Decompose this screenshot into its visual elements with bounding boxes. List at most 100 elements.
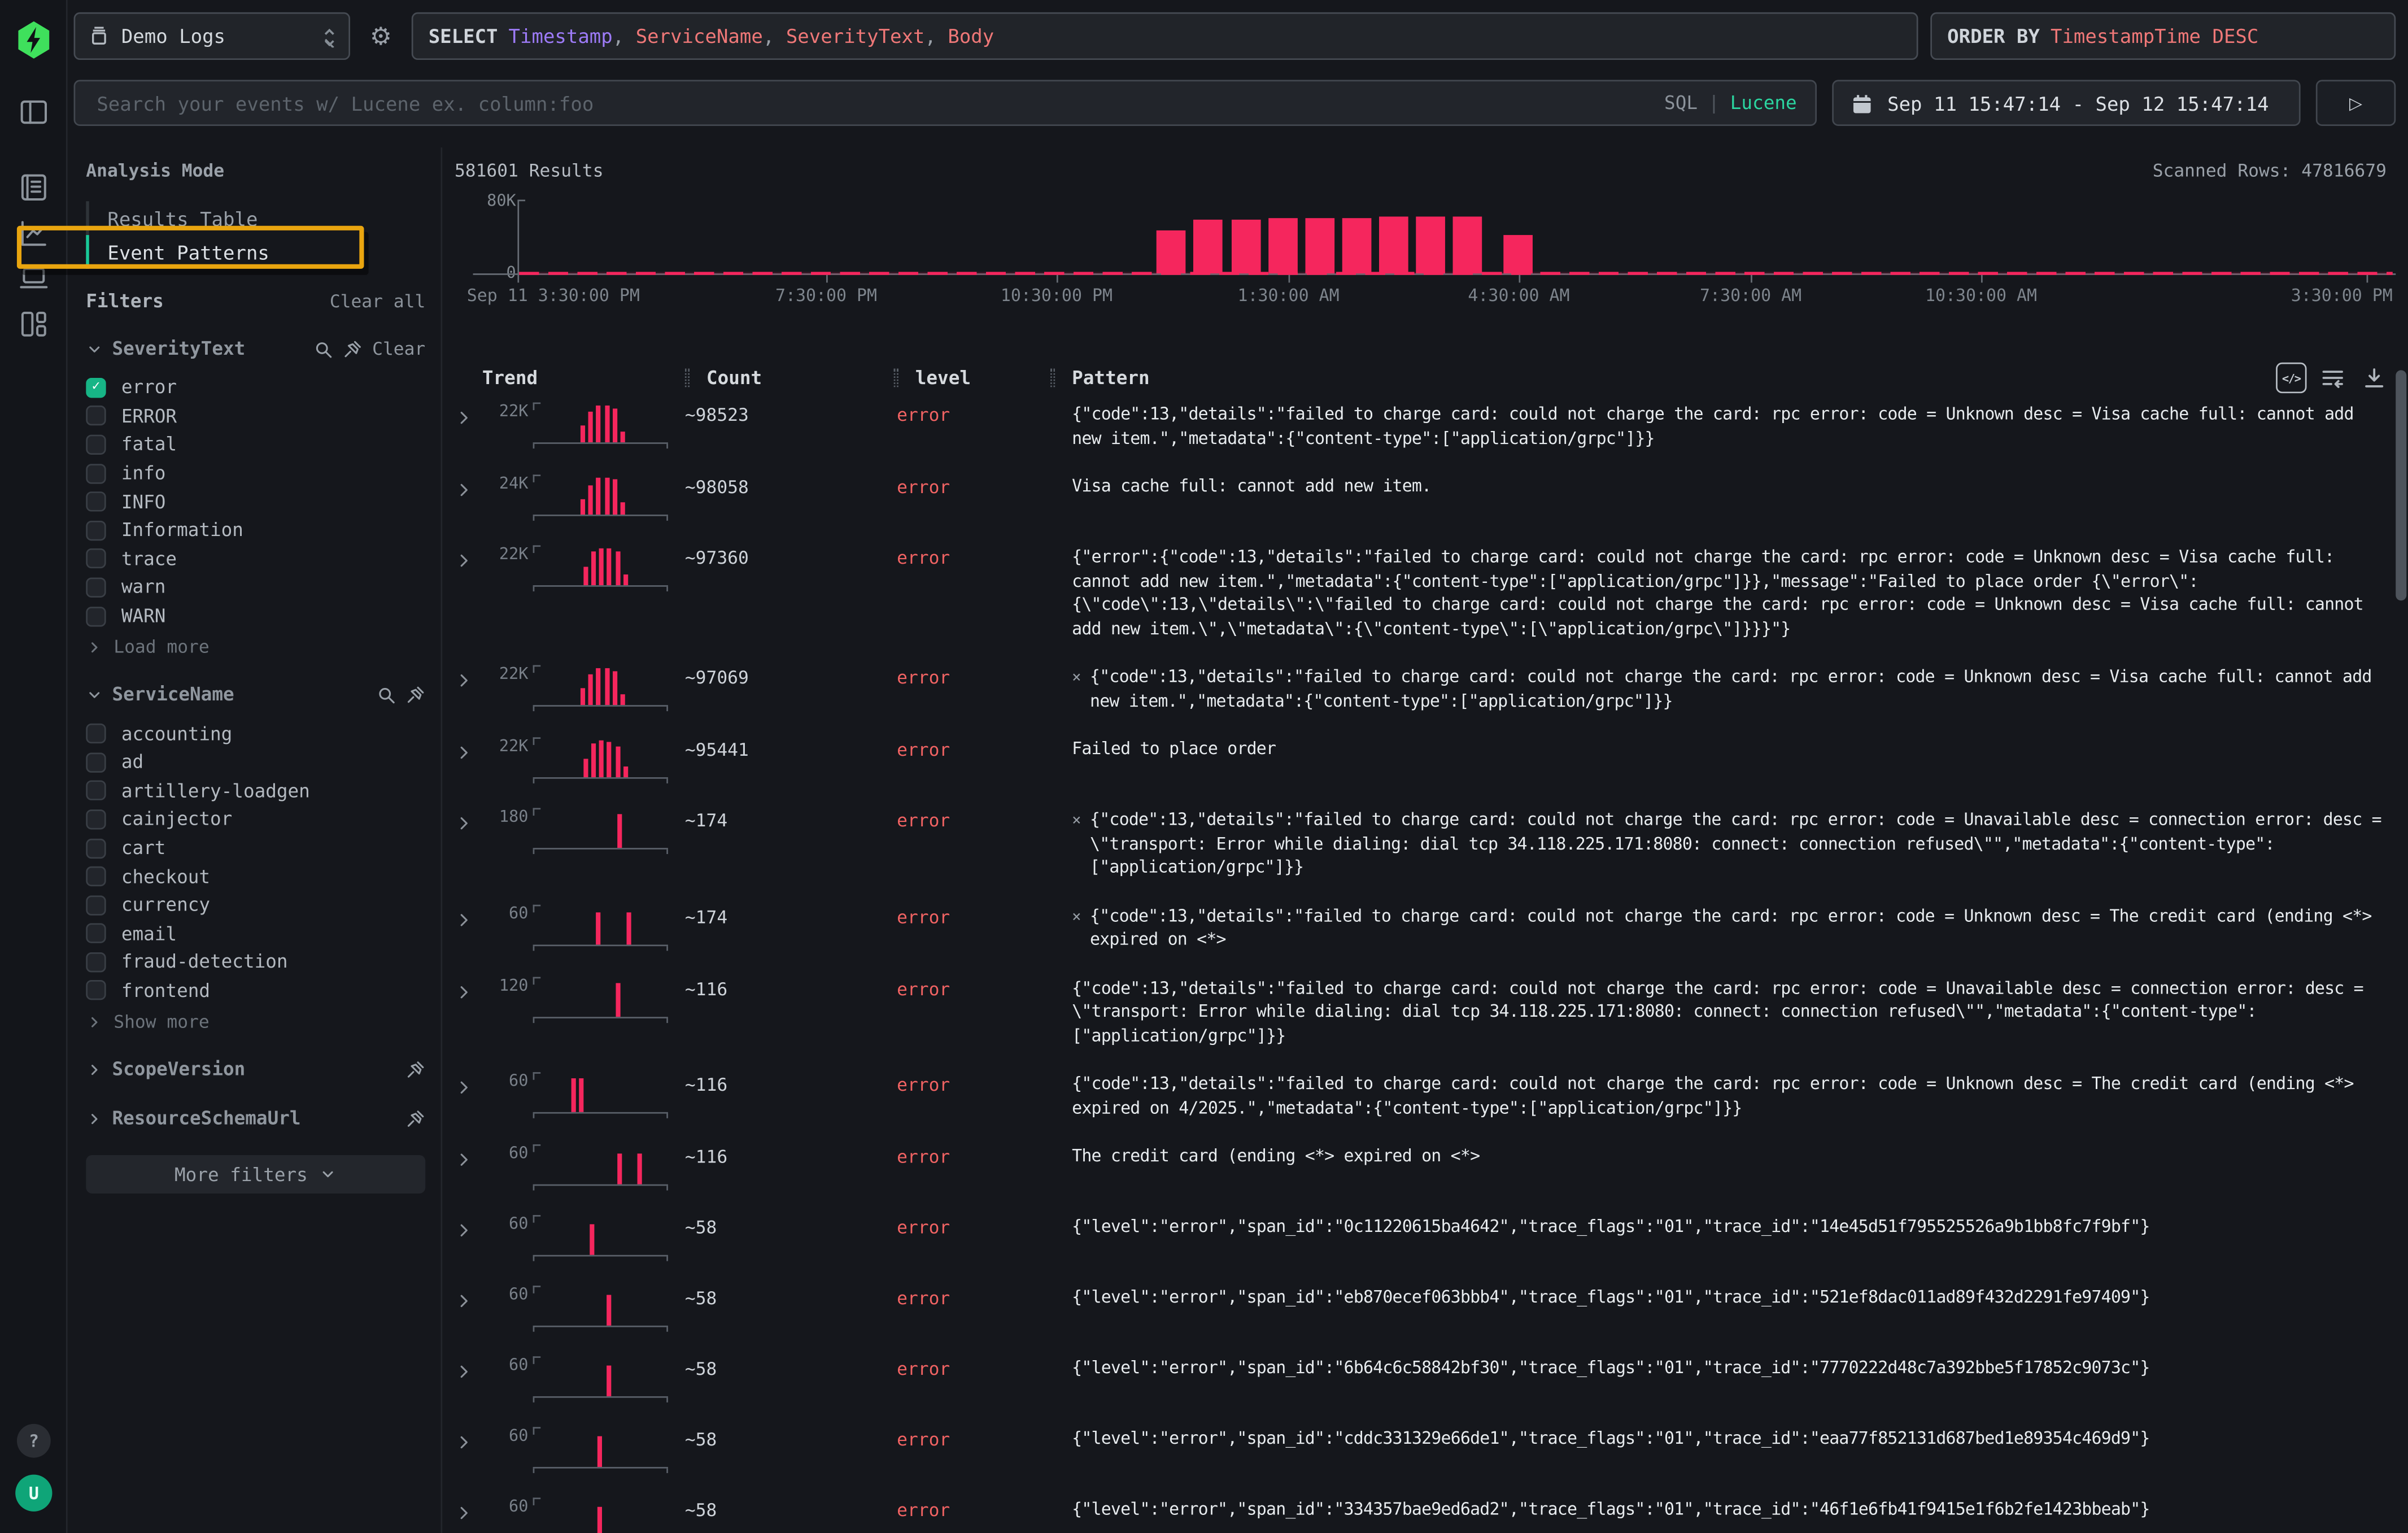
pattern-text[interactable]: ×{"code":13,"details":"failed to charge … (1050, 665, 2389, 712)
checkbox-unchecked[interactable] (86, 492, 106, 512)
pattern-row[interactable]: 180~174error×{"code":13,"details":"faile… (455, 799, 2408, 895)
pattern-text[interactable]: {"level":"error","span_id":"0c11220615ba… (1050, 1215, 2389, 1239)
exclude-x-icon[interactable]: × (1072, 665, 1081, 712)
checkbox-unchecked[interactable] (86, 724, 106, 743)
pin-icon[interactable] (343, 339, 363, 359)
filter-option[interactable]: checkout (86, 862, 425, 891)
filter-option[interactable]: fraud-detection (86, 948, 425, 977)
pattern-text[interactable]: {"error":{"code":13,"details":"failed to… (1050, 545, 2389, 641)
pattern-row[interactable]: 60~116error{"code":13,"details":"failed … (455, 1063, 2408, 1135)
column-drag-handle[interactable] (685, 369, 690, 387)
pin-icon[interactable] (405, 1060, 425, 1079)
date-range-picker[interactable]: Sep 11 15:47:14 - Sep 12 15:47:14 (1832, 80, 2300, 126)
row-expand-chevron-icon[interactable] (455, 1215, 482, 1240)
filter-group-name[interactable]: ServiceName (112, 684, 234, 705)
histogram-bar[interactable] (1416, 216, 1445, 273)
row-expand-chevron-icon[interactable] (455, 1356, 482, 1381)
sidebar-item-event-patterns[interactable]: Event Patterns (86, 235, 425, 269)
select-columns-input[interactable]: SELECT Timestamp, ServiceName, SeverityT… (412, 12, 1918, 60)
filter-group-name[interactable]: SeverityText (112, 338, 246, 359)
histogram-bar[interactable] (1193, 220, 1223, 273)
column-drag-handle[interactable] (1050, 369, 1055, 387)
chevron-right-icon[interactable] (86, 1110, 103, 1127)
column-header-pattern[interactable]: Pattern (1050, 367, 2276, 389)
pattern-text[interactable]: {"code":13,"details":"failed to charge c… (1050, 1072, 2389, 1120)
pattern-text[interactable]: Failed to place order (1050, 737, 2389, 761)
histogram-bar[interactable] (1379, 216, 1408, 273)
chart-explorer-icon[interactable] (17, 216, 51, 250)
row-expand-chevron-icon[interactable] (455, 904, 482, 929)
pattern-text[interactable]: ×{"code":13,"details":"failed to charge … (1050, 904, 2389, 951)
pattern-row[interactable]: 24K~98058errorVisa cache full: cannot ad… (455, 465, 2408, 536)
checkbox-unchecked[interactable] (86, 577, 106, 597)
row-expand-chevron-icon[interactable] (455, 1144, 482, 1169)
user-avatar[interactable]: U (15, 1475, 52, 1512)
row-expand-chevron-icon[interactable] (455, 474, 482, 499)
histogram-bar[interactable] (1342, 218, 1372, 273)
help-button[interactable]: ? (17, 1424, 51, 1458)
pattern-row[interactable]: 60~58error{"level":"error","span_id":"eb… (455, 1277, 2408, 1347)
row-expand-chevron-icon[interactable] (455, 1427, 482, 1452)
row-expand-chevron-icon[interactable] (455, 545, 482, 570)
checkbox-unchecked[interactable] (86, 781, 106, 800)
exclude-x-icon[interactable]: × (1072, 808, 1081, 879)
pin-icon[interactable] (405, 1109, 425, 1129)
hyperdx-logo-icon[interactable] (14, 20, 54, 60)
checkbox-unchecked[interactable] (86, 952, 106, 972)
pattern-text[interactable]: {"level":"error","span_id":"334357bae9ed… (1050, 1497, 2389, 1521)
code-view-icon[interactable] (2276, 363, 2306, 393)
row-expand-chevron-icon[interactable] (455, 1286, 482, 1310)
row-expand-chevron-icon[interactable] (455, 976, 482, 1001)
run-query-button[interactable] (2316, 80, 2396, 126)
line-wrap-icon[interactable] (2318, 363, 2348, 393)
pattern-text[interactable]: {"level":"error","span_id":"cddc331329e6… (1050, 1427, 2389, 1451)
checkbox-unchecked[interactable] (86, 866, 106, 886)
checkbox-unchecked[interactable] (86, 752, 106, 772)
pattern-row[interactable]: 22K~97069error×{"code":13,"details":"fai… (455, 656, 2408, 728)
scrollbar-thumb[interactable] (2396, 370, 2406, 600)
filter-more-button[interactable]: Show more (86, 1011, 425, 1033)
filter-option[interactable]: trace (86, 545, 425, 573)
row-expand-chevron-icon[interactable] (455, 1497, 482, 1522)
pattern-text[interactable]: {"code":13,"details":"failed to charge c… (1050, 402, 2389, 450)
pattern-row[interactable]: 60~58error{"level":"error","span_id":"0c… (455, 1206, 2408, 1277)
pattern-text[interactable]: The credit card (ending <*> expired on <… (1050, 1144, 2389, 1168)
source-select[interactable]: Demo Logs (74, 12, 350, 60)
row-expand-chevron-icon[interactable] (455, 402, 482, 427)
row-expand-chevron-icon[interactable] (455, 665, 482, 690)
checkbox-unchecked[interactable] (86, 406, 106, 426)
filter-option[interactable]: ERROR (86, 402, 425, 430)
pattern-row[interactable]: 60~58error{"level":"error","span_id":"6b… (455, 1347, 2408, 1418)
panel-toggle-icon[interactable] (17, 95, 51, 129)
column-header-level[interactable]: level (894, 367, 1050, 389)
filter-option[interactable]: ad (86, 748, 425, 777)
filter-option[interactable]: ✓error (86, 373, 425, 402)
language-lucene[interactable]: Lucene (1730, 92, 1797, 114)
checkbox-unchecked[interactable] (86, 463, 106, 483)
chevron-down-icon[interactable] (86, 686, 103, 703)
checkbox-unchecked[interactable] (86, 981, 106, 1000)
pin-icon[interactable] (405, 685, 425, 704)
search-input[interactable] (94, 90, 1649, 116)
pattern-row[interactable]: 60~174error×{"code":13,"details":"failed… (455, 895, 2408, 967)
filter-clear-button[interactable]: Clear (372, 338, 425, 359)
checkbox-unchecked[interactable] (86, 606, 106, 626)
filter-option[interactable]: INFO (86, 487, 425, 516)
checkbox-unchecked[interactable] (86, 809, 106, 829)
row-expand-chevron-icon[interactable] (455, 808, 482, 833)
filter-group-name[interactable]: ScopeVersion (112, 1059, 246, 1080)
histogram-bar[interactable] (1268, 218, 1298, 273)
pattern-row[interactable]: 22K~97360error{"error":{"code":13,"detai… (455, 536, 2408, 656)
filter-group-name[interactable]: ResourceSchemaUrl (112, 1108, 301, 1129)
sessions-icon[interactable] (17, 261, 51, 295)
search-logs-icon[interactable] (17, 171, 51, 204)
histogram-bar[interactable] (1305, 218, 1334, 273)
pattern-row[interactable]: 60~58error{"level":"error","span_id":"cd… (455, 1418, 2408, 1488)
pattern-row[interactable]: 60~116errorThe credit card (ending <*> e… (455, 1135, 2408, 1206)
results-histogram[interactable]: 80K 0 Sep 11 3:30:00 PM7:30:00 PM10:30:0… (455, 190, 2408, 338)
checkbox-unchecked[interactable] (86, 895, 106, 915)
pattern-text[interactable]: {"level":"error","span_id":"eb870ecef063… (1050, 1286, 2389, 1309)
filter-option[interactable]: cainjector (86, 805, 425, 834)
filter-option[interactable]: fatal (86, 430, 425, 459)
filter-option[interactable]: warn (86, 573, 425, 602)
